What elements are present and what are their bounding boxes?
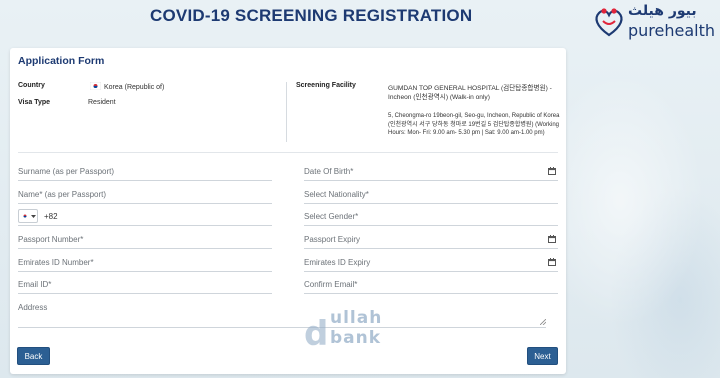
dob-placeholder: Date Of Birth*: [304, 167, 354, 176]
phone-code-value: +82: [44, 212, 58, 221]
visa-type-label: Visa Type: [18, 99, 51, 106]
emirates-id-expiry-placeholder: Emirates ID Expiry: [304, 258, 371, 267]
country-value-row: Korea (Republic of): [89, 81, 165, 91]
name-field[interactable]: Name* (as per Passport): [18, 186, 272, 204]
purehealth-logo: بيور هيلث purehealth: [592, 3, 716, 43]
facility-label-row: Screening Facility: [296, 82, 356, 89]
screening-facility-label: Screening Facility: [296, 82, 356, 89]
calendar-icon[interactable]: [548, 235, 556, 243]
dob-field[interactable]: Date Of Birth*: [304, 163, 558, 181]
address-textarea[interactable]: Address: [18, 300, 546, 328]
passport-expiry-field[interactable]: Passport Expiry: [304, 231, 558, 249]
section-divider: [18, 152, 558, 153]
surname-field[interactable]: Surname (as per Passport): [18, 163, 272, 181]
nationality-placeholder: Select Nationality*: [304, 190, 369, 199]
next-button[interactable]: Next: [527, 347, 558, 365]
email-placeholder: Email ID*: [18, 280, 52, 289]
header: COVID-19 SCREENING REGISTRATION بيور هيل…: [0, 0, 720, 46]
passport-number-field[interactable]: Passport Number*: [18, 231, 272, 249]
resize-handle-icon[interactable]: [540, 319, 546, 325]
nationality-select[interactable]: Select Nationality*: [304, 186, 558, 204]
facility-address: 5, Cheongma-ro 19beon-gil, Seo-gu, Inche…: [388, 113, 560, 136]
emirates-id-expiry-field[interactable]: Emirates ID Expiry: [304, 254, 558, 272]
korea-flag-icon: [21, 213, 29, 219]
confirm-email-field[interactable]: Confirm Email*: [304, 276, 558, 294]
gender-select[interactable]: Select Gender*: [304, 208, 558, 226]
passport-number-placeholder: Passport Number*: [18, 235, 84, 244]
logo-wordmark: purehealth: [628, 21, 716, 40]
country-value: Korea (Republic of): [104, 84, 165, 91]
address-placeholder: Address: [18, 303, 48, 312]
gender-placeholder: Select Gender*: [304, 212, 359, 221]
info-divider: [286, 82, 287, 142]
back-button[interactable]: Back: [17, 347, 50, 365]
logo-heart-icon: [595, 8, 623, 37]
name-placeholder: Name* (as per Passport): [18, 190, 107, 199]
visa-value-row: Resident: [88, 99, 116, 106]
form-title: Application Form: [18, 55, 105, 67]
surname-placeholder: Surname (as per Passport): [18, 167, 115, 176]
emirates-id-field[interactable]: Emirates ID Number*: [18, 254, 272, 272]
application-form-card: Application Form Country Korea (Republic…: [10, 48, 566, 374]
email-field[interactable]: Email ID*: [18, 276, 272, 294]
country-label-row: Country: [18, 82, 45, 89]
page-title: COVID-19 SCREENING REGISTRATION: [150, 6, 473, 25]
country-code-select[interactable]: [18, 209, 38, 223]
phone-field[interactable]: +82: [18, 208, 272, 226]
facility-name: GUMDAN TOP GENERAL HOSPITAL (검단탑종합병원) -I…: [388, 85, 552, 101]
emirates-id-placeholder: Emirates ID Number*: [18, 258, 94, 267]
chevron-down-icon: [31, 215, 36, 218]
korea-flag-icon: [89, 81, 102, 91]
calendar-icon[interactable]: [548, 167, 556, 175]
visa-type-value: Resident: [88, 99, 116, 106]
country-label: Country: [18, 82, 45, 89]
visa-label-row: Visa Type: [18, 99, 50, 106]
passport-expiry-placeholder: Passport Expiry: [304, 235, 361, 244]
calendar-icon[interactable]: [548, 258, 556, 266]
logo-arabic-text: بيور هيلث: [628, 3, 697, 19]
confirm-email-placeholder: Confirm Email*: [304, 280, 358, 289]
